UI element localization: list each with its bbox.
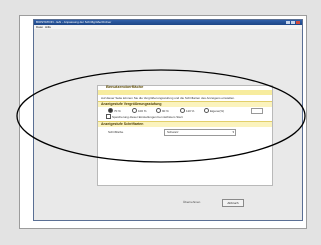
zoom-option-90[interactable]: 90 % [156, 108, 169, 113]
zoom-option-100[interactable]: 100 % [132, 108, 147, 113]
maximize-icon[interactable] [291, 21, 295, 24]
radio-icon [132, 108, 137, 113]
section-font-label: Anzeigestufe Schriftarten [101, 122, 144, 126]
panel-banner [98, 90, 272, 95]
settings-panel: Benutzeroberfläche Auf dieser Seite könn… [97, 84, 273, 186]
checkbox-label: Speicherung dieser Einstellungen bei näc… [112, 114, 183, 119]
font-color-select[interactable]: Schwarz ▾ [164, 129, 236, 136]
save-settings-checkbox[interactable]: Speicherung dieser Einstellungen bei näc… [106, 114, 183, 119]
radio-icon [204, 108, 209, 113]
font-color-value: Schwarz [167, 130, 179, 134]
radio-selected-icon [108, 108, 113, 113]
radio-icon [156, 108, 161, 113]
zoom-option-label: 100 % [138, 108, 147, 113]
section-font-header: Anzeigestufe Schriftarten [98, 121, 272, 127]
zoom-option-label: 90 % [162, 108, 169, 113]
minimize-icon[interactable] [286, 21, 290, 24]
zoom-option-70[interactable]: 70 % [108, 108, 121, 113]
checkbox-icon [106, 114, 111, 119]
zoom-option-110[interactable]: 110 % [180, 108, 194, 113]
custom-zoom-input[interactable] [251, 108, 263, 114]
section-zoom-header: Anzeigestufe Vergrößerungsstufung [98, 101, 272, 107]
font-color-label: Schriftfarbe [108, 130, 124, 134]
zoom-option-label: Eigene(%) [210, 108, 225, 113]
section-zoom-label: Anzeigestufe Vergrößerungsstufung [101, 102, 162, 106]
cancel-button[interactable]: Abbruch [222, 199, 244, 207]
zoom-option-label: 70 % [114, 108, 121, 113]
app-window: BIOSTATION - EAI - Anpassung der Schrift… [33, 19, 303, 221]
content-area: Benutzeroberfläche Auf dieser Seite könn… [34, 29, 302, 220]
apply-link[interactable]: Übernehmen [183, 200, 200, 205]
zoom-option-label: 110 % [186, 108, 195, 113]
window-controls [286, 21, 300, 24]
radio-icon [180, 108, 185, 113]
close-icon[interactable] [296, 21, 300, 24]
zoom-option-custom[interactable]: Eigene(%) [204, 108, 224, 113]
chevron-down-icon: ▾ [232, 130, 234, 134]
panel-title: Benutzeroberfläche [106, 84, 144, 89]
panel-description: Auf dieser Seite können Sie die Vergröße… [101, 96, 235, 100]
